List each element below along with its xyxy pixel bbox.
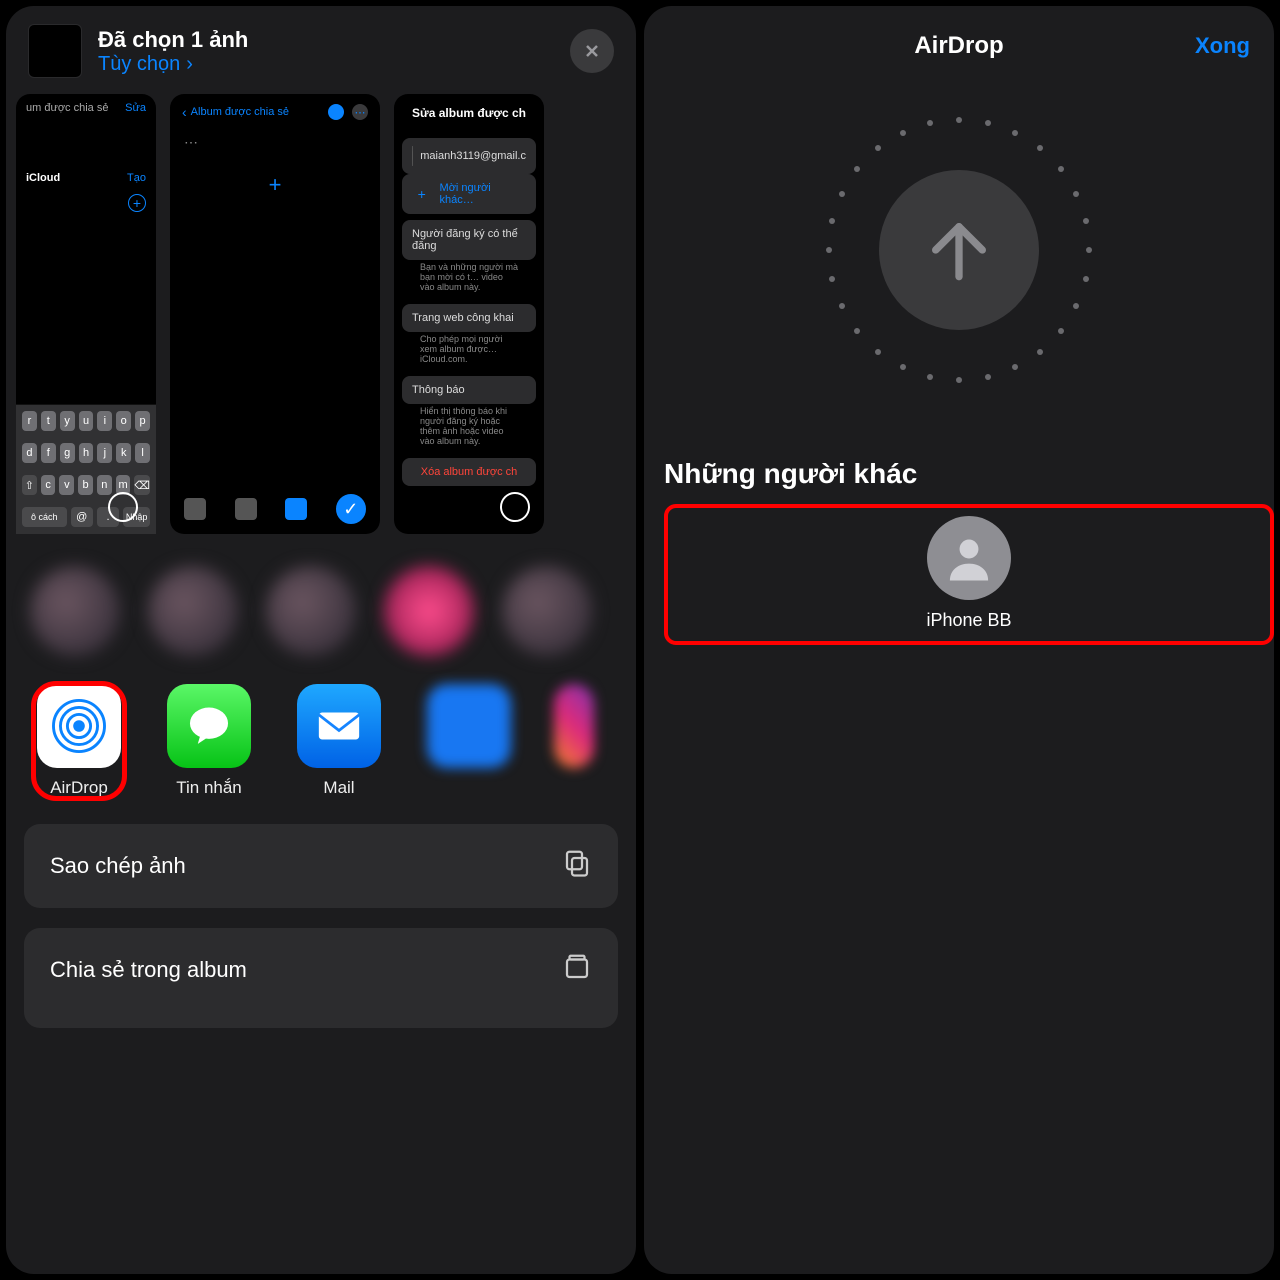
- selection-circle[interactable]: [108, 492, 138, 522]
- more-icon: ⋯: [352, 104, 368, 120]
- preview-create-link: Tạo: [127, 172, 146, 184]
- options-link[interactable]: Tùy chọn: [98, 53, 193, 76]
- add-photo-icon: +: [269, 172, 282, 198]
- preview-edit-link: Sửa: [125, 102, 146, 114]
- messages-icon: [167, 684, 251, 768]
- airdrop-header: AirDrop Xong: [644, 6, 1274, 70]
- copy-photo-action[interactable]: Sao chép ảnh: [24, 824, 618, 908]
- person-icon: [927, 516, 1011, 600]
- preview-card-settings[interactable]: Sửa album được ch maianh3119@gmail.c + M…: [394, 94, 544, 534]
- arrow-up-icon: [919, 210, 999, 290]
- settings-row: Thông báo: [402, 376, 536, 404]
- preview-card[interactable]: um được chia sẻ Sửa iCloud Tạo + rtyuiop…: [16, 94, 156, 534]
- app-label: Mail: [323, 778, 354, 798]
- mail-icon: [297, 684, 381, 768]
- album-toolbar: ✓: [170, 494, 380, 524]
- preview-top-label: um được chia sẻ: [26, 102, 108, 114]
- share-apps-row: AirDrop Tin nhắn Mail: [6, 674, 636, 814]
- selection-count-label: Đã chọn 1 ảnh: [98, 27, 554, 53]
- recipient-label: iPhone BB: [926, 610, 1011, 631]
- close-icon: [582, 41, 602, 61]
- action-label: Sao chép ảnh: [50, 853, 186, 879]
- others-section-title: Những người khác: [644, 450, 1274, 504]
- app-label: Tin nhắn: [176, 778, 242, 798]
- selected-photo-thumbnail: [28, 24, 82, 78]
- instagram-icon: [554, 684, 594, 768]
- toolbar-albums-icon: [285, 498, 307, 520]
- mail-app[interactable]: Mail: [294, 684, 384, 798]
- contact-avatar[interactable]: [502, 566, 592, 656]
- done-button[interactable]: Xong: [1195, 33, 1250, 59]
- airdrop-target-zone: [644, 70, 1274, 450]
- contact-avatar[interactable]: [266, 566, 356, 656]
- facebook-app[interactable]: [424, 684, 514, 768]
- airdrop-screen: AirDrop Xong Những người khác iPhone BB: [644, 6, 1274, 1274]
- airdrop-recipient[interactable]: iPhone BB: [664, 504, 1274, 645]
- copy-icon: [562, 848, 592, 884]
- contact-avatar[interactable]: [384, 566, 474, 656]
- facebook-icon: [427, 684, 511, 768]
- app-label: AirDrop: [50, 778, 108, 798]
- airdrop-title: AirDrop: [914, 32, 1003, 60]
- contact-avatar[interactable]: [30, 566, 120, 656]
- airdrop-icon: [37, 684, 121, 768]
- plus-icon: +: [412, 186, 432, 202]
- chevron-left-icon: ‹: [182, 104, 187, 120]
- settings-title: Sửa album được ch: [394, 94, 544, 132]
- contact-avatar[interactable]: [148, 566, 238, 656]
- preview-card-selected[interactable]: ‹ Album được chia sẻ ⋯ ⋯ + ✓: [170, 94, 380, 534]
- person-add-icon: [328, 104, 344, 120]
- album-icon: [562, 952, 592, 988]
- toolbar-library-icon: [184, 498, 206, 520]
- settings-row-invite: + Mời người khác…: [402, 174, 536, 214]
- action-label: Chia sẻ trong album: [50, 957, 247, 983]
- settings-row: Người đăng ký có thể đăng: [402, 220, 536, 260]
- ellipsis-label: ⋯: [170, 130, 380, 155]
- photo-preview-carousel[interactable]: um được chia sẻ Sửa iCloud Tạo + rtyuiop…: [6, 84, 636, 548]
- airdrop-app[interactable]: AirDrop: [34, 684, 124, 798]
- instagram-app[interactable]: [554, 684, 594, 768]
- back-label: Album được chia sẻ: [191, 106, 289, 118]
- settings-row: Trang web công khai: [402, 304, 536, 332]
- suggested-contacts-row[interactable]: [6, 548, 636, 674]
- upload-circle[interactable]: [879, 170, 1039, 330]
- dotted-ring: [819, 110, 1099, 390]
- share-sheet-header: Đã chọn 1 ảnh Tùy chọn: [6, 6, 636, 84]
- toolbar-foryou-icon: [235, 498, 257, 520]
- preview-section-label: iCloud: [26, 172, 60, 184]
- selection-circle[interactable]: [500, 492, 530, 522]
- share-sheet-screen: Đã chọn 1 ảnh Tùy chọn um được chia sẻ S…: [6, 6, 636, 1274]
- settings-row-delete: Xóa album được ch: [402, 458, 536, 486]
- messages-app[interactable]: Tin nhắn: [164, 684, 254, 798]
- selection-circle-checked[interactable]: ✓: [336, 494, 366, 524]
- share-in-album-action[interactable]: Chia sẻ trong album: [24, 928, 618, 1028]
- settings-row-email: maianh3119@gmail.c: [402, 138, 536, 174]
- close-button[interactable]: [570, 29, 614, 73]
- add-icon: +: [128, 194, 146, 212]
